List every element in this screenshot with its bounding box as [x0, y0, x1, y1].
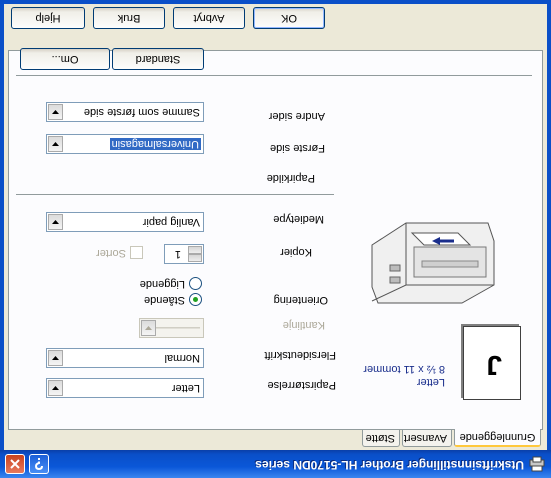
other-pages-label: Andre sider	[268, 110, 325, 122]
media-type-value: Vanlig papir	[142, 216, 200, 228]
copies-label: Kopier	[280, 246, 312, 258]
first-page-dropdown-button[interactable]	[48, 136, 63, 152]
media-type-label: Medietype	[273, 213, 324, 225]
help-caption-button[interactable]	[29, 454, 49, 474]
first-page-value: Universalmagasin	[109, 138, 201, 150]
spin-up-button[interactable]	[188, 254, 202, 262]
page-preview-glyph: J	[486, 350, 502, 381]
orientation-landscape-radio[interactable]	[189, 277, 202, 290]
printer-icon	[529, 456, 545, 472]
apply-button[interactable]: Bruk	[93, 7, 165, 29]
tab-advanced[interactable]: Avansert	[402, 429, 452, 447]
chevron-down-icon	[145, 326, 152, 330]
cancel-button[interactable]: Avbryt	[173, 7, 245, 29]
tab-support[interactable]: Støtte	[362, 429, 400, 447]
orientation-portrait-radio[interactable]	[189, 293, 202, 306]
chevron-down-icon	[52, 110, 59, 114]
multi-page-dropdown-button[interactable]	[48, 350, 63, 366]
close-icon	[10, 459, 20, 469]
about-button[interactable]: Om...	[20, 48, 110, 70]
copies-value: 1	[174, 248, 181, 260]
section-divider	[16, 194, 334, 195]
page-preview: J	[463, 326, 521, 400]
copies-spinner[interactable]: 1	[164, 244, 204, 264]
first-page-select[interactable]: Universalmagasin	[46, 134, 204, 154]
paper-size-value: Letter	[171, 382, 200, 394]
orientation-landscape-label: Liggende	[139, 278, 185, 290]
multi-page-label: Flersideutskrift	[264, 349, 336, 361]
media-type-dropdown-button[interactable]	[48, 214, 63, 230]
preview-paper-name: Letter	[416, 376, 445, 388]
window-border-bottom	[0, 0, 551, 4]
multi-page-value: Normal	[164, 352, 200, 364]
chevron-down-icon	[52, 220, 59, 224]
other-pages-dropdown-button[interactable]	[48, 104, 63, 120]
paper-size-label: Papirstørrelse	[267, 379, 336, 391]
media-type-select[interactable]: Vanlig papir	[46, 212, 204, 232]
multi-page-select[interactable]: Normal	[46, 348, 204, 368]
orientation-label: Orientering	[273, 294, 328, 306]
border-line-label: Kantlinje	[282, 319, 325, 331]
border-line-dropdown-button[interactable]	[141, 320, 156, 336]
paper-size-dropdown-button[interactable]	[48, 380, 63, 396]
collate-label: Sorter	[96, 247, 126, 259]
spin-down-button[interactable]	[188, 246, 202, 254]
tab-basic[interactable]: Grunnleggende	[454, 429, 541, 447]
chevron-down-icon	[52, 356, 59, 360]
copies-spin-buttons[interactable]	[188, 246, 202, 262]
help-button[interactable]: Hjelp	[11, 7, 85, 29]
border-line-value: ————	[156, 322, 200, 334]
question-icon	[34, 458, 43, 470]
window-border-right	[0, 0, 4, 450]
header-divider	[16, 75, 532, 76]
first-page-label: Første side	[269, 142, 325, 154]
printer-illustration	[371, 222, 495, 304]
close-caption-button[interactable]	[5, 454, 25, 474]
chevron-down-icon	[52, 386, 59, 390]
other-pages-select[interactable]: Samme som første side	[46, 102, 204, 122]
ok-button[interactable]: OK	[253, 7, 325, 29]
paper-source-label: Papirkilde	[266, 172, 315, 184]
preview-paper-dims: 8 ½ x 11 tommer	[363, 363, 445, 375]
orientation-portrait-label: Stående	[144, 294, 185, 306]
other-pages-value: Samme som første side	[83, 106, 200, 118]
border-line-select[interactable]: ————	[139, 318, 204, 338]
collate-checkbox[interactable]	[130, 246, 143, 259]
paper-size-select[interactable]: Letter	[46, 378, 204, 398]
standard-button[interactable]: Standard	[112, 48, 204, 70]
window-border-left	[547, 0, 551, 450]
window-title: Utskriftsinnstillinger Brother HL-5170DN…	[255, 458, 524, 472]
chevron-down-icon	[52, 142, 59, 146]
title-bar[interactable]: Utskriftsinnstillinger Brother HL-5170DN…	[0, 450, 551, 478]
